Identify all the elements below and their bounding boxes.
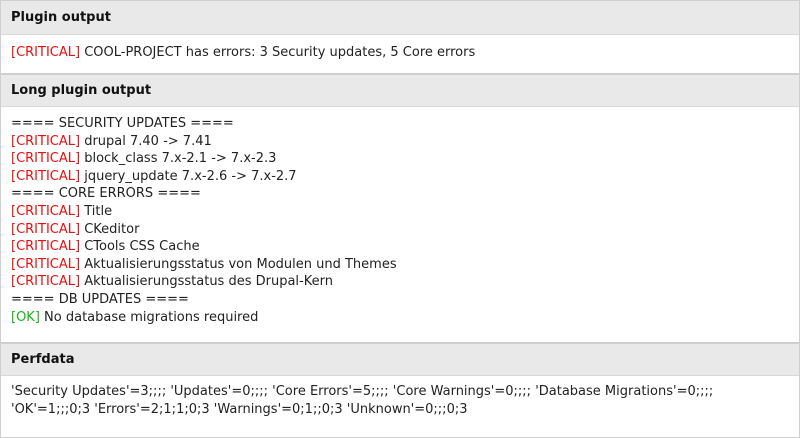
perfdata-line: 'OK'=1;;;0;3 'Errors'=2;1;1;0;3 'Warning… — [11, 401, 468, 417]
status-tag: [CRITICAL] — [11, 45, 81, 60]
plugin-output-line: [CRITICAL] COOL-PROJECT has errors: 3 Se… — [11, 44, 789, 62]
list-item: [OK] No database migrations required — [11, 309, 259, 325]
list-item: [CRITICAL] Title — [11, 203, 113, 219]
list-item: [CRITICAL] drupal 7.40 -> 7.41 — [11, 133, 212, 149]
perfdata-body: 'Security Updates'=3;;;; 'Updates'=0;;;;… — [11, 383, 789, 418]
list-item: [CRITICAL] CKeditor — [11, 221, 140, 237]
list-item: [CRITICAL] Aktualisierungsstatus von Mod… — [11, 256, 397, 272]
status-tag: [CRITICAL] — [11, 221, 81, 237]
status-text: COOL-PROJECT has errors: 3 Security upda… — [80, 45, 476, 60]
list-item: ==== CORE ERRORS ==== — [11, 186, 201, 202]
long-plugin-output-title: Long plugin output — [11, 83, 152, 98]
plugin-output-panel: Plugin output [CRITICAL] COOL-PROJECT ha… — [0, 0, 800, 438]
plugin-output-body: [CRITICAL] COOL-PROJECT has errors: 3 Se… — [11, 44, 789, 62]
status-tag: [CRITICAL] — [11, 256, 81, 272]
perfdata-line: 'Security Updates'=3;;;; 'Updates'=0;;;;… — [11, 384, 714, 399]
list-item: [CRITICAL] jquery_update 7.x-2.6 -> 7.x-… — [11, 168, 297, 184]
list-item: ==== SECURITY UPDATES ==== — [11, 116, 234, 131]
list-item: [CRITICAL] Aktualisierungsstatus des Dru… — [11, 274, 333, 290]
list-item: ==== DB UPDATES ==== — [11, 291, 189, 307]
plugin-output-header: Plugin output — [1, 1, 799, 35]
status-tag: [CRITICAL] — [11, 274, 81, 290]
status-tag: [CRITICAL] — [11, 239, 81, 255]
status-tag-ok: [OK] — [11, 309, 40, 325]
status-tag: [CRITICAL] — [11, 133, 81, 149]
long-plugin-output-body: ==== SECURITY UPDATES ==== [CRITICAL] dr… — [11, 115, 789, 326]
perfdata-header: Perfdata — [1, 342, 799, 376]
plugin-output-title: Plugin output — [11, 10, 111, 25]
list-item: [CRITICAL] CTools CSS Cache — [11, 239, 200, 255]
long-plugin-output-header: Long plugin output — [1, 73, 799, 107]
perfdata-title: Perfdata — [11, 352, 75, 367]
status-tag: [CRITICAL] — [11, 151, 81, 167]
status-tag: [CRITICAL] — [11, 203, 81, 219]
status-tag: [CRITICAL] — [11, 168, 81, 184]
list-item: [CRITICAL] block_class 7.x-2.1 -> 7.x-2.… — [11, 151, 277, 167]
